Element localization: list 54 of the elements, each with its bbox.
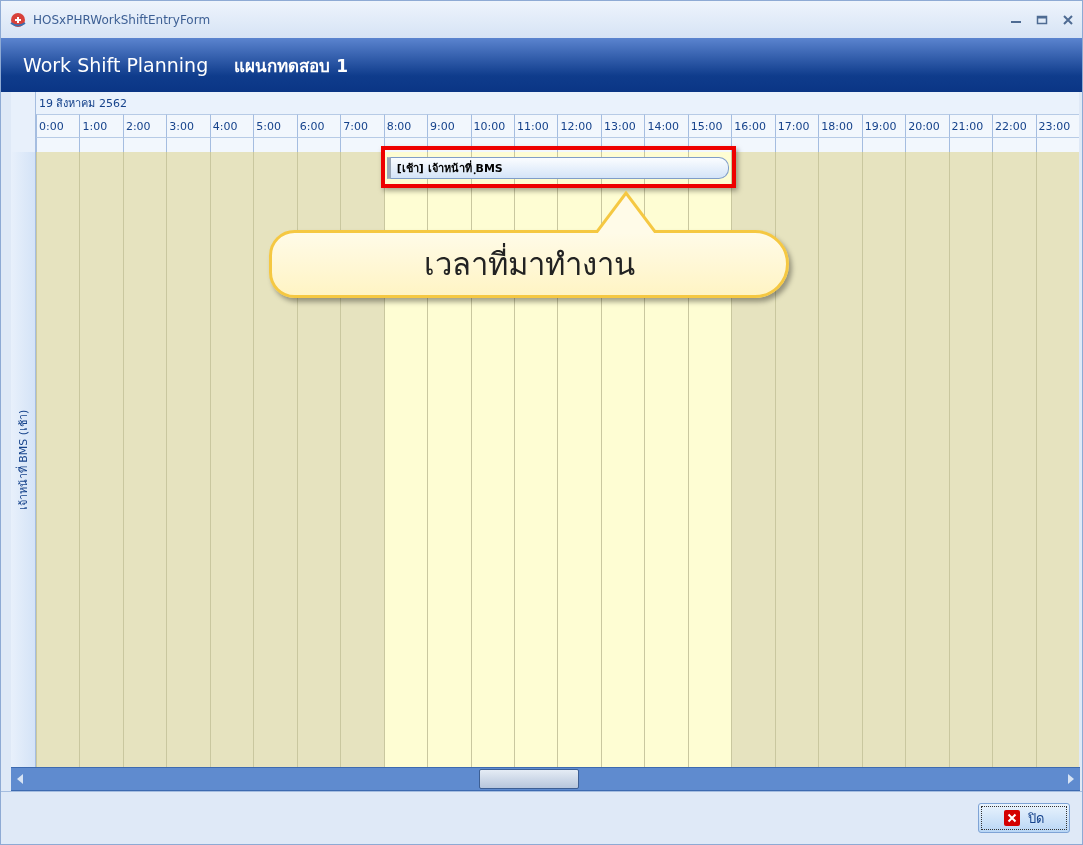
- time-header-cell: [166, 137, 210, 152]
- hour-header: 5:00: [253, 114, 297, 137]
- time-header-cell: [905, 137, 949, 152]
- close-button[interactable]: ปิด: [978, 803, 1070, 833]
- hour-header: 21:00: [948, 114, 993, 137]
- hour-header: 14:00: [644, 114, 688, 137]
- time-header-cell: [861, 137, 906, 152]
- time-header-cell: [992, 137, 1036, 152]
- hour-header: 13:00: [600, 114, 645, 137]
- hour-header: 6:00: [296, 114, 341, 137]
- department-name: แผนกทดสอบ 1: [234, 54, 348, 78]
- hour-header: 16:00: [731, 114, 775, 137]
- hour-header: 9:00: [427, 114, 471, 137]
- time-header-cell: [731, 137, 775, 152]
- maximize-icon[interactable]: [1036, 13, 1048, 26]
- hour-header: 0:00: [36, 114, 80, 137]
- hour-header: 15:00: [687, 114, 732, 137]
- time-header-cell: [340, 137, 384, 152]
- app-logo-icon: [9, 11, 27, 28]
- hour-header: 2:00: [122, 114, 167, 137]
- shift-appointment[interactable]: [เช้า] เจ้าหน้าที่ ฺBMS: [386, 157, 730, 179]
- time-header-cell: [122, 137, 167, 152]
- time-header-cell: [36, 137, 80, 152]
- hour-header: 3:00: [166, 114, 210, 137]
- time-header-cell: [79, 137, 123, 152]
- hour-header: 12:00: [557, 114, 601, 137]
- hour-header: 1:00: [79, 114, 123, 137]
- hour-header: 8:00: [383, 114, 428, 137]
- horizontal-scrollbar[interactable]: [11, 767, 1080, 791]
- hour-header: 18:00: [818, 114, 862, 137]
- time-header-cell: [209, 137, 254, 152]
- hour-header: 17:00: [774, 114, 819, 137]
- hour-header: 10:00: [470, 114, 515, 137]
- time-header-cell: [818, 137, 862, 152]
- time-header-cell: [296, 137, 341, 152]
- close-icon: [1004, 810, 1020, 826]
- time-header-cell: [948, 137, 993, 152]
- hour-header: 7:00: [340, 114, 384, 137]
- resource-label: เจ้าหน้าที่ BMS (เช้า): [14, 409, 31, 510]
- time-header-cell: [253, 137, 297, 152]
- date-header: 19 สิงหาคม 2562: [36, 92, 1079, 114]
- hour-header: 4:00: [209, 114, 254, 137]
- time-header-cell: [774, 137, 819, 152]
- hour-header: 20:00: [905, 114, 949, 137]
- time-header-cell: [1035, 137, 1079, 152]
- close-icon[interactable]: [1062, 13, 1074, 26]
- hour-header: 22:00: [992, 114, 1036, 137]
- window-title: HOSxPHRWorkShiftEntryForm: [33, 12, 212, 27]
- hour-header: 11:00: [514, 114, 558, 137]
- scroll-thumb[interactable]: [479, 769, 579, 789]
- callout-text: เวลาที่มาทำงาน: [423, 239, 635, 289]
- form-title: Work Shift Planning: [23, 54, 209, 76]
- hour-header: 19:00: [861, 114, 906, 137]
- hour-header: 23:00: [1035, 114, 1079, 137]
